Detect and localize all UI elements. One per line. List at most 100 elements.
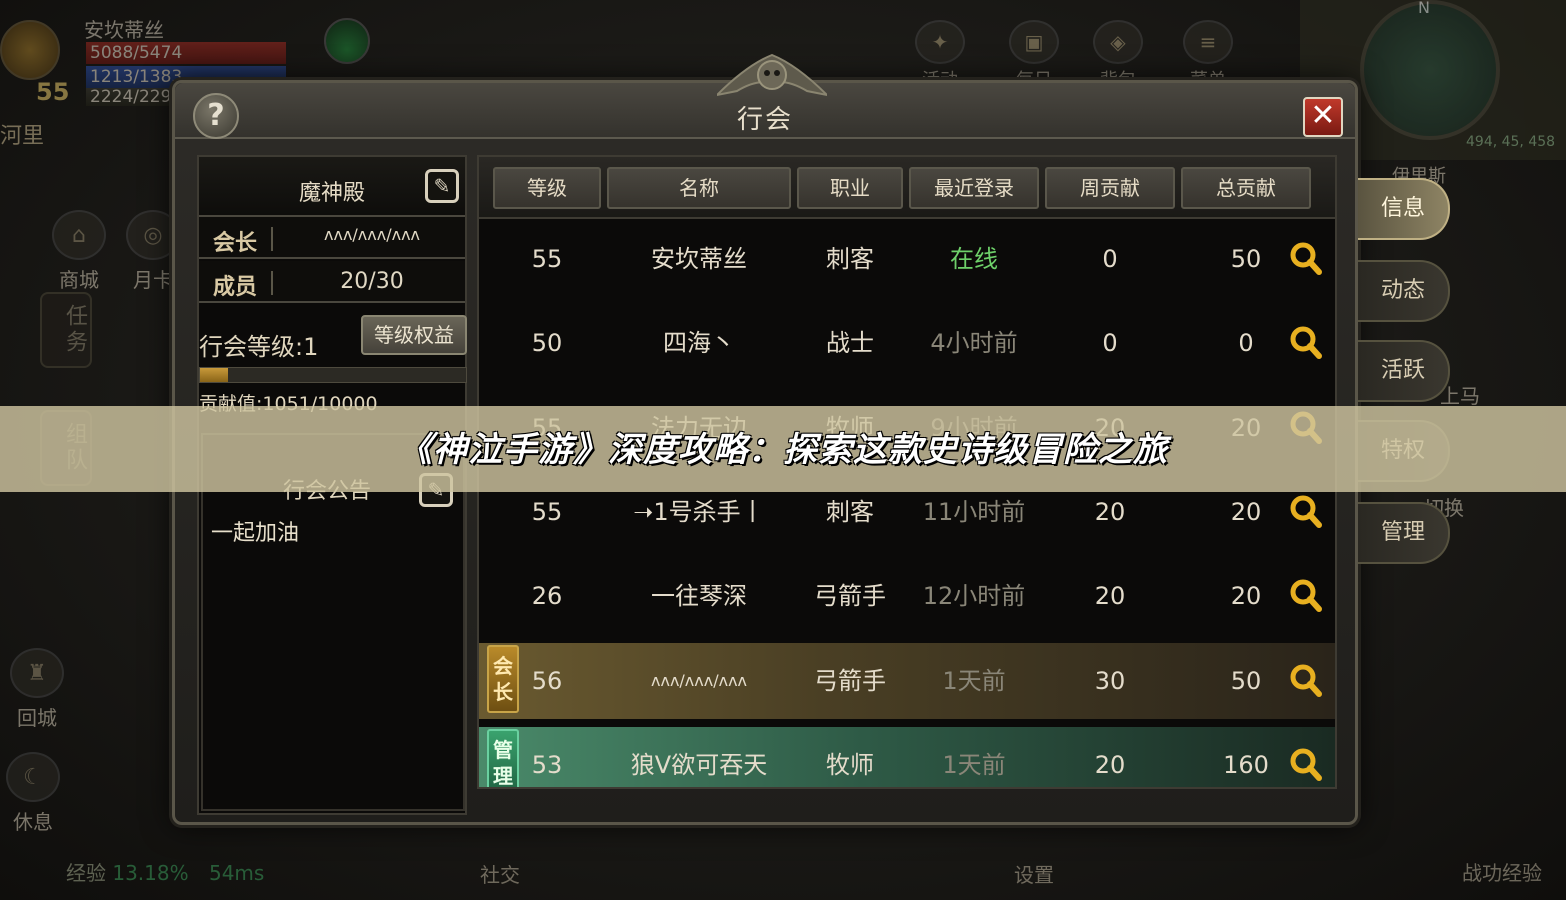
members-value: 20/30: [340, 269, 404, 294]
exp-label: 经验: [66, 861, 106, 885]
leader-value: ʌʌʌ/ʌʌʌ/ʌʌʌ: [324, 225, 420, 244]
inspect-magnifier-icon[interactable]: [1289, 578, 1323, 613]
table-row[interactable]: 50 四海丶 战士 4小时前 0 0: [479, 305, 1335, 381]
cell-weekly: 20: [1094, 750, 1126, 779]
cell-name: ʌʌʌ/ʌʌʌ/ʌʌʌ: [651, 670, 747, 690]
cell-class: 弓箭手: [814, 666, 886, 695]
col-name[interactable]: 名称: [607, 167, 791, 209]
cell-name: 安坎蒂丝: [651, 245, 747, 273]
cell-level: 55: [531, 245, 563, 273]
tab-info[interactable]: 信息: [1358, 178, 1450, 240]
members-key: 成员: [213, 275, 258, 300]
table-row[interactable]: 26 一往琴深 弓箭手 12小时前 20 20: [479, 558, 1335, 634]
player-name: 安坎蒂丝: [84, 18, 164, 42]
exp-percent: 13.18%: [112, 861, 189, 885]
leader-row: 会长 ʌʌʌ/ʌʌʌ/ʌʌʌ: [199, 217, 465, 259]
guild-name-box: 魔神殿 ✎: [199, 157, 465, 217]
social-button[interactable]: 社交: [468, 859, 532, 888]
cell-last-login: 1天前: [942, 666, 1006, 695]
contribution-bar: [199, 367, 467, 383]
left-button-label: 商城: [59, 268, 99, 292]
inspect-magnifier-icon[interactable]: [1289, 241, 1323, 275]
cell-level: 56: [531, 666, 563, 695]
cell-class: 牧师: [826, 750, 874, 779]
minimap-ring: [1360, 0, 1500, 140]
cell-level: 50: [531, 329, 563, 358]
notice-text: 一起加油: [211, 521, 300, 546]
cell-name: 狼V欲可吞天: [630, 750, 768, 779]
cell-last-login: 12小时前: [922, 582, 1026, 611]
col-last-login[interactable]: 最近登录: [909, 167, 1039, 209]
tab-manage[interactable]: 管理: [1358, 502, 1450, 564]
location-name: 河里: [0, 124, 45, 149]
contribution-fill: [200, 368, 228, 382]
cell-weekly: 20: [1094, 582, 1126, 611]
compass-north: N: [1418, 0, 1430, 17]
divider: [271, 227, 273, 251]
table-row[interactable]: 55 安坎蒂丝 刺客 在线 0 50: [479, 221, 1335, 297]
table-row[interactable]: 管理 53 狼V欲可吞天 牧师 1天前 20 160: [479, 726, 1335, 787]
class-emblem-icon: [0, 20, 60, 80]
cell-class: 弓箭手: [814, 582, 886, 611]
cell-weekly: 0: [1102, 245, 1118, 273]
cell-class: 战士: [826, 329, 874, 358]
col-class[interactable]: 职业: [797, 167, 903, 209]
exp-readout: 经验 13.18% 54ms: [66, 857, 264, 886]
skull-ornament-icon: [717, 53, 827, 97]
quest-tab[interactable]: 任务: [40, 292, 92, 368]
cell-last-login: 4小时前: [930, 329, 1018, 358]
map-coordinates: 494, 45, 458: [1466, 134, 1556, 150]
return-town-button[interactable]: ♜ 回城: [6, 648, 68, 731]
left-button-label: 月卡: [133, 268, 173, 292]
shop-icon: ⌂: [52, 210, 106, 260]
game-screen: 55 安坎蒂丝 5088/5474 1213/1383 2224/2296 河里…: [0, 0, 1566, 900]
table-header: 等级 名称 职业 最近登录 周贡献 总贡献: [479, 157, 1335, 219]
social-label: 社交: [480, 863, 520, 887]
cell-level: 53: [531, 750, 563, 779]
gift-icon: ▣: [1009, 20, 1059, 64]
edit-name-icon[interactable]: ✎: [425, 169, 459, 203]
rest-icon: ☾: [6, 752, 60, 802]
activity-icon: ✦: [915, 20, 965, 64]
cell-class: 刺客: [826, 245, 874, 273]
close-button[interactable]: ✕: [1303, 97, 1343, 137]
level-rights-button[interactable]: 等级权益: [361, 315, 467, 355]
stamina-orb-icon: [324, 18, 370, 64]
col-weekly[interactable]: 周贡献: [1045, 167, 1175, 209]
guild-level: 行会等级:1: [199, 333, 319, 361]
inspect-magnifier-icon[interactable]: [1289, 494, 1323, 528]
town-icon: ♜: [10, 648, 64, 698]
cell-last-login: 在线: [950, 245, 998, 273]
shop-button[interactable]: ⌂ 商城: [48, 210, 110, 293]
panel-header: ? 行会 ✕: [175, 53, 1355, 139]
divider: [271, 271, 273, 295]
rest-button[interactable]: ☾ 休息: [2, 752, 64, 835]
menu-icon: ≡: [1183, 20, 1233, 64]
banner-title: 《神泣手游》深度攻略：探索这款史诗级冒险之旅: [398, 430, 1168, 470]
leader-key: 会长: [213, 231, 258, 256]
cell-name: 四海丶: [663, 329, 735, 358]
tab-news[interactable]: 动态: [1358, 260, 1450, 322]
player-level: 55: [36, 78, 70, 106]
col-total[interactable]: 总贡献: [1181, 167, 1311, 209]
bag-icon: ◈: [1093, 20, 1143, 64]
col-level[interactable]: 等级: [493, 167, 601, 209]
article-banner: 《神泣手游》深度攻略：探索这款史诗级冒险之旅: [0, 406, 1566, 492]
table-row[interactable]: 会长 56 ʌʌʌ/ʌʌʌ/ʌʌʌ 弓箭手 1天前 30 50: [479, 642, 1335, 719]
cell-level: 26: [531, 582, 563, 611]
inspect-magnifier-icon[interactable]: [1289, 663, 1323, 697]
hp-bar: 5088/5474: [86, 42, 286, 64]
ping-readout: 54ms: [208, 861, 265, 885]
settings-label: 设置: [1014, 863, 1054, 887]
settings-button[interactable]: 设置: [1002, 859, 1066, 888]
members-row: 成员 20/30: [199, 261, 465, 303]
inspect-magnifier-icon[interactable]: [1289, 325, 1323, 360]
panel-title: 行会: [736, 105, 793, 135]
inspect-magnifier-icon[interactable]: [1289, 747, 1323, 781]
left-button-label: 休息: [13, 810, 53, 834]
battle-exp-label: 战功经验: [1462, 861, 1542, 885]
cell-weekly: 0: [1102, 329, 1118, 358]
cell-name: 一往琴深: [651, 582, 747, 611]
cell-last-login: 1天前: [942, 750, 1006, 779]
tab-activity[interactable]: 活跃: [1358, 340, 1450, 402]
